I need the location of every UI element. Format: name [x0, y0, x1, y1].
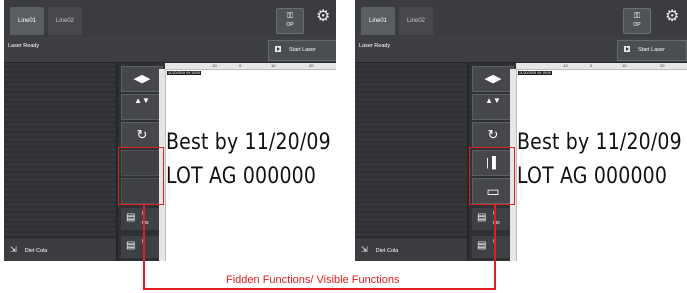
preview-line-2: LOT AG 000000: [166, 164, 317, 189]
counter-icon: ▤: [126, 212, 136, 223]
counter-display-2: ▤ 0: [472, 236, 512, 258]
play-icon: [275, 45, 281, 52]
tab-bar: Line01 Line02 ⚿ OP ⚙: [4, 0, 336, 37]
tab-line02[interactable]: Line02: [48, 7, 82, 35]
label-preview: [516, 63, 687, 261]
tab-line01[interactable]: Line01: [361, 7, 395, 35]
op-button[interactable]: ⚿ OP: [623, 8, 651, 34]
move-horizontal-button[interactable]: ◀▶: [472, 66, 514, 92]
start-laser-button[interactable]: Start Laser: [617, 40, 687, 61]
counter-display-2: ▤ 0: [121, 236, 161, 258]
counter-icon: ▤: [126, 240, 136, 251]
rotate-button[interactable]: ↻: [472, 122, 514, 148]
caption: Fidden Functions/ Visible Functions: [226, 274, 400, 286]
preview-line-1: Best by 11/20/09: [166, 130, 331, 155]
move-horizontal-button[interactable]: ◀▶: [121, 66, 163, 92]
gear-icon[interactable]: ⚙: [665, 9, 679, 25]
laser-status: Laser Ready: [359, 43, 391, 49]
highlight-box-left: [118, 147, 164, 205]
rotate-button[interactable]: ↻: [121, 122, 163, 148]
download-icon: ⇲: [361, 245, 368, 254]
left-pane: [4, 63, 117, 261]
counter-display-1: ▤ 0 ms: [121, 208, 161, 230]
status-bar: Laser Ready Start Laser: [4, 37, 336, 63]
left-screen: Line01 Line02 ⚿ OP ⚙ Laser Ready Start L…: [4, 0, 336, 261]
preview-line-2: LOT AG 000000: [517, 164, 668, 189]
gear-icon[interactable]: ⚙: [316, 9, 330, 25]
start-laser-button[interactable]: Start Laser: [268, 40, 336, 61]
key-icon: ⚿: [286, 11, 294, 20]
ruler-top: -10 0 10 20: [516, 63, 687, 70]
date-stamp: 11/20/2009 09:15/09: [167, 71, 201, 75]
tab-line02[interactable]: Line02: [399, 7, 433, 35]
ruler-top: -10 0 10 20: [165, 63, 336, 70]
status-bar: Laser Ready Start Laser: [355, 37, 687, 63]
preview-line-1: Best by 11/20/09: [517, 130, 682, 155]
move-vertical-button[interactable]: ▲▼: [121, 94, 163, 120]
connector-right: [494, 204, 496, 289]
recipe-selector[interactable]: ⇲ Diet Cola: [4, 237, 116, 261]
label-preview: [165, 63, 336, 261]
laser-status: Laser Ready: [8, 43, 40, 49]
move-vertical-button[interactable]: ▲▼: [472, 94, 514, 120]
connector-left: [143, 204, 145, 289]
date-stamp: 11/20/2009 09:15/09: [518, 71, 552, 75]
key-icon: ⚿: [633, 11, 641, 20]
left-pane: [355, 63, 468, 261]
right-screen: Line01 Line02 ⚿ OP ⚙ Laser Ready Start L…: [355, 0, 687, 261]
tab-bar: Line01 Line02 ⚿ OP ⚙: [355, 0, 687, 37]
counter-icon: ▤: [477, 212, 487, 223]
recipe-selector[interactable]: ⇲ Diet Cola: [355, 237, 467, 261]
counter-display-1: ▤ 0 ms: [472, 208, 512, 230]
op-button[interactable]: ⚿ OP: [276, 8, 304, 34]
download-icon: ⇲: [10, 245, 17, 254]
counter-icon: ▤: [477, 240, 487, 251]
connector-bottom: [143, 288, 496, 290]
tab-line01[interactable]: Line01: [10, 7, 44, 35]
play-icon: [624, 45, 630, 52]
highlight-box-right: [469, 147, 515, 205]
